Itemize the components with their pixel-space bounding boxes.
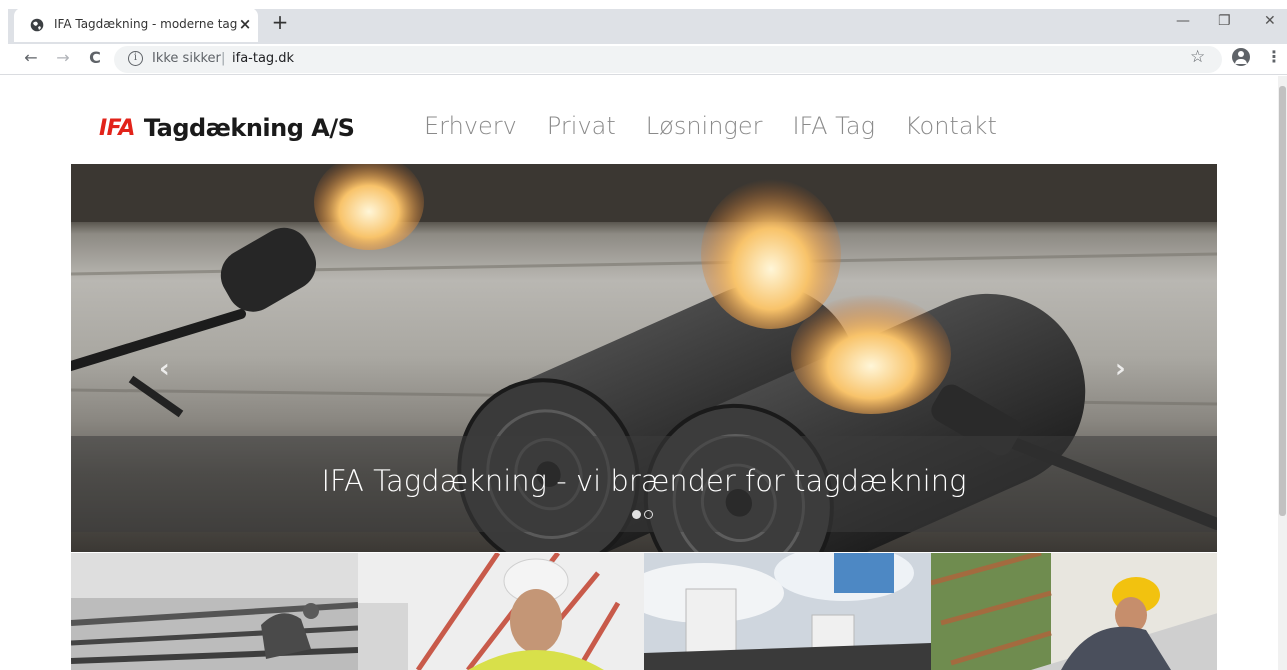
carousel-prev-icon[interactable]: ‹ (159, 354, 170, 384)
carousel-dot-1[interactable] (632, 510, 641, 519)
browser-toolbar: ← → C i Ikke sikker | ifa-tag.dk ☆ ⋮ (0, 44, 1287, 75)
restore-button[interactable]: ❐ (1218, 13, 1231, 29)
site-logo[interactable]: IFA Tagdækning A/S (99, 110, 355, 146)
forward-button[interactable]: → (52, 47, 74, 69)
browser-tab[interactable]: IFA Tagdækning - moderne tag × (14, 8, 258, 42)
nav-item-losninger[interactable]: Løsninger (646, 112, 763, 140)
address-bar[interactable]: i Ikke sikker | ifa-tag.dk (114, 46, 1222, 73)
history-photo (71, 553, 358, 670)
reload-button[interactable]: C (84, 47, 106, 69)
main-nav: Erhverv Privat Løsninger IFA Tag Kontakt (424, 112, 1027, 140)
hero-carousel[interactable]: IFA Tagdækning - vi brænder for tagdækni… (71, 164, 1217, 552)
logo-mark: IFA (99, 115, 135, 141)
carousel-indicators (632, 510, 656, 519)
bookmark-star-icon[interactable]: ☆ (1190, 47, 1205, 67)
tab-close-icon[interactable]: × (236, 15, 254, 33)
worker-photo (357, 553, 644, 670)
tab-title: IFA Tagdækning - moderne tag (54, 17, 238, 31)
nav-item-erhverv[interactable]: Erhverv (424, 112, 517, 140)
info-icon[interactable]: i (128, 51, 143, 66)
account-icon[interactable] (1232, 48, 1250, 66)
tile-history[interactable] (71, 553, 358, 670)
carousel-dot-2[interactable] (644, 510, 653, 519)
roofer-photo (930, 553, 1217, 670)
feature-tiles (71, 553, 1217, 670)
nav-item-kontakt[interactable]: Kontakt (905, 112, 997, 140)
tile-worker[interactable] (357, 553, 644, 670)
new-tab-button[interactable]: + (270, 12, 290, 32)
tile-chimneys[interactable] (644, 553, 931, 670)
logo-text: Tagdækning A/S (143, 114, 355, 142)
carousel-next-icon[interactable]: › (1115, 354, 1126, 384)
minimize-button[interactable]: — (1176, 13, 1190, 29)
page-scrollbar[interactable] (1278, 76, 1287, 670)
web-page: IFA Tagdækning A/S Erhverv Privat Løsnin… (0, 76, 1287, 670)
nav-item-privat[interactable]: Privat (547, 112, 616, 140)
security-label[interactable]: Ikke sikker (152, 51, 221, 66)
back-button[interactable]: ← (20, 47, 42, 69)
tile-roofer[interactable] (930, 553, 1217, 670)
close-window-button[interactable]: ✕ (1264, 13, 1276, 29)
omnibox-separator: | (221, 51, 226, 66)
menu-icon[interactable]: ⋮ (1266, 47, 1282, 66)
browser-tab-bar: IFA Tagdækning - moderne tag × + — ❐ ✕ (0, 0, 1287, 44)
scrollbar-thumb[interactable] (1279, 86, 1286, 516)
globe-icon (30, 18, 44, 32)
url-text[interactable]: ifa-tag.dk (232, 51, 294, 66)
nav-item-ifa-tag[interactable]: IFA Tag (792, 112, 875, 140)
hero-caption: IFA Tagdækning - vi brænder for tagdækni… (321, 464, 967, 498)
chimneys-photo (644, 553, 931, 670)
